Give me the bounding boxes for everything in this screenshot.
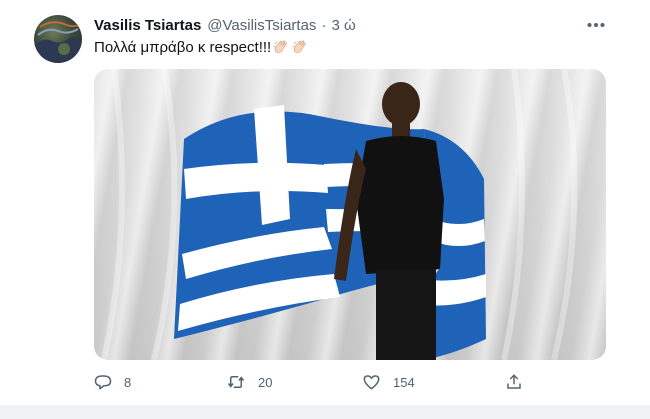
retweet-count: 20: [258, 374, 273, 390]
share-button[interactable]: [505, 370, 523, 394]
like-button[interactable]: 154: [362, 370, 415, 394]
timeline-divider: [0, 405, 650, 419]
more-options-button[interactable]: [584, 15, 608, 35]
reply-icon: [94, 375, 112, 390]
user-handle[interactable]: @VasilisTsiartas: [207, 17, 316, 34]
share-icon: [507, 374, 521, 389]
reply-button[interactable]: 8: [94, 370, 131, 394]
timestamp[interactable]: 3 ώ: [331, 17, 355, 34]
avatar-image: [34, 21, 82, 63]
like-count: 154: [393, 374, 415, 390]
heart-icon: [363, 375, 380, 390]
tweet-actions: 8 20 154: [94, 370, 534, 394]
athlete-with-greek-flag-image: [101, 69, 578, 360]
tweet-text-content: Πολλά μπράβο κ respect!!!: [94, 38, 272, 56]
clapping-hands-icon: [273, 40, 287, 53]
tweet-image[interactable]: [94, 69, 606, 360]
more-icon: [587, 23, 605, 27]
retweet-button[interactable]: 20: [226, 370, 272, 394]
avatar[interactable]: [34, 15, 82, 63]
separator-dot: ·: [321, 16, 327, 34]
reply-count: 8: [124, 374, 132, 390]
clapping-hands-icon: [292, 40, 306, 53]
display-name[interactable]: Vasilis Tsiartas: [94, 17, 201, 34]
tweet-text: Πολλά μπράβο κ respect!!!: [94, 38, 309, 56]
tweet-card[interactable]: Vasilis Tsiartas @VasilisTsiartas · 3 ώ …: [0, 0, 650, 419]
retweet-icon: [227, 376, 245, 388]
tweet-header: Vasilis Tsiartas @VasilisTsiartas · 3 ώ: [94, 15, 356, 35]
